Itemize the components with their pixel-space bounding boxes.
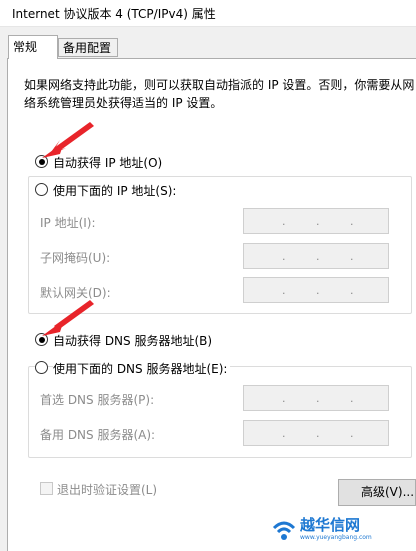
description-line-2: 络系统管理员处获得适当的 IP 设置。 — [24, 96, 223, 110]
watermark-url: www.yueyangbang.com — [300, 534, 372, 541]
red-annotation-arrow — [42, 122, 94, 158]
subnet-mask-label: 子网掩码(U): — [40, 251, 111, 265]
description-line-1: 如果网络支持此功能，则可以获取自动指派的 IP 设置。否则，你需要从网 — [24, 78, 415, 92]
default-gateway-input[interactable]: ... — [243, 277, 389, 303]
advanced-button-label: 高级(V)... — [361, 485, 415, 499]
tab-alternate-label: 备用配置 — [63, 41, 112, 55]
manual-ip-label: 使用下面的 IP 地址(S): — [53, 182, 180, 199]
tab-general-label: 常规 — [13, 40, 38, 54]
wifi-logo-icon — [272, 521, 296, 540]
ip-address-input[interactable]: ... — [243, 208, 389, 234]
window-title: Internet 协议版本 4 (TCP/IPv4) 属性 — [12, 7, 216, 21]
watermark-text: 越华信网 — [300, 516, 361, 534]
red-annotation-arrow — [42, 300, 94, 336]
tab-alternate-config[interactable]: 备用配置 — [58, 38, 118, 57]
validate-on-exit-checkbox[interactable] — [40, 482, 53, 495]
manual-dns-radio[interactable] — [35, 361, 48, 374]
preferred-dns-input[interactable]: ... — [243, 385, 389, 411]
validate-on-exit-label: 退出时验证设置(L) — [57, 483, 158, 497]
tab-general[interactable]: 常规 — [8, 35, 58, 59]
manual-dns-label: 使用下面的 DNS 服务器地址(E): — [53, 360, 231, 377]
subnet-mask-input[interactable]: ... — [243, 243, 389, 269]
title-bar: Internet 协议版本 4 (TCP/IPv4) 属性 — [0, 0, 416, 27]
ip-address-label: IP 地址(I): — [40, 216, 96, 230]
preferred-dns-label: 首选 DNS 服务器(P): — [40, 393, 155, 407]
alternate-dns-label: 备用 DNS 服务器(A): — [40, 428, 156, 442]
manual-ip-radio[interactable] — [35, 183, 48, 196]
description: 如果网络支持此功能，则可以获取自动指派的 IP 设置。否则，你需要从网 络系统管… — [24, 76, 416, 112]
alternate-dns-input[interactable]: ... — [243, 420, 389, 446]
advanced-button[interactable]: 高级(V)... — [338, 479, 416, 506]
